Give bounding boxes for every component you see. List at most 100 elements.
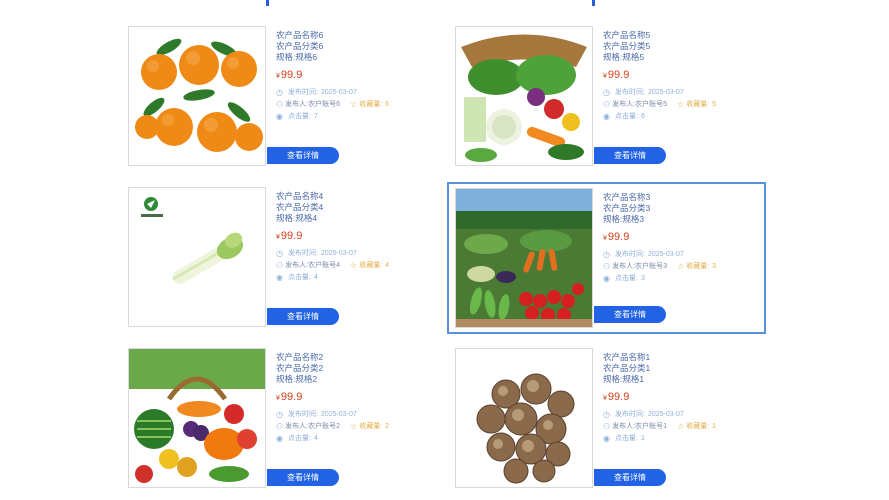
publisher-row: ⚇ 发布人: 农户账号1 ☆ 收藏量: 1 bbox=[603, 422, 717, 431]
product-spec: 规格:规格5 bbox=[603, 52, 645, 62]
publisher-row: ⚇ 发布人: 农户账号5 ☆ 收藏量: 5 bbox=[603, 100, 717, 109]
top-divider-right bbox=[592, 0, 595, 6]
clicks-count: 3 bbox=[640, 275, 645, 282]
product-image-celery[interactable] bbox=[128, 187, 266, 327]
clock-icon: ◷ bbox=[603, 88, 610, 97]
product-category: 农产品分类4 bbox=[276, 202, 324, 212]
publish-time: 2025-03-07 bbox=[320, 89, 357, 96]
clicks-row: ◉ 点击量: 3 bbox=[603, 274, 645, 283]
publisher-row: ⚇ 发布人: 农户账号4 ☆ 收藏量: 4 bbox=[276, 261, 390, 270]
favorites-count: 4 bbox=[385, 262, 390, 269]
clicks-row: ◉ 点击量: 6 bbox=[603, 112, 645, 121]
price-value: 99.9 bbox=[607, 391, 630, 403]
clock-icon: ◷ bbox=[603, 410, 610, 419]
price-value: 99.9 bbox=[280, 69, 303, 81]
publisher: 农户账号1 bbox=[635, 423, 668, 430]
clicks-count: 4 bbox=[313, 274, 318, 281]
clicks-row: ◉ 点击量: 4 bbox=[276, 434, 318, 443]
top-divider-left bbox=[266, 0, 269, 6]
product-category: 农产品分类5 bbox=[603, 41, 651, 51]
product-category: 农产品分类2 bbox=[276, 363, 324, 373]
price-value: 99.9 bbox=[280, 391, 303, 403]
product-price: ¥99.9 bbox=[603, 69, 753, 81]
product-card-1[interactable]: 农产品名称1 农产品分类1 规格:规格1 ¥99.9 ◷ 发布时间: 2025-03… bbox=[449, 346, 759, 491]
user-icon: ⚇ bbox=[276, 100, 284, 109]
product-spec: 规格:规格6 bbox=[276, 52, 318, 62]
currency-symbol: ¥ bbox=[603, 235, 607, 242]
product-price: ¥99.9 bbox=[276, 230, 426, 242]
clock-icon: ◷ bbox=[603, 250, 610, 259]
favorites-count: 2 bbox=[385, 423, 390, 430]
product-spec: 规格:规格1 bbox=[603, 374, 645, 384]
publish-time: 2025-03-07 bbox=[647, 89, 684, 96]
clicks-count: 7 bbox=[313, 113, 318, 120]
view-details-button[interactable]: 查看详情 bbox=[594, 147, 666, 164]
product-name: 农产品名称3 bbox=[603, 192, 651, 202]
price-value: 99.9 bbox=[607, 69, 630, 81]
product-image-mushrooms[interactable] bbox=[455, 348, 593, 488]
clock-icon: ◷ bbox=[276, 88, 283, 97]
clicks-row: ◉ 点击量: 7 bbox=[276, 112, 318, 121]
user-icon: ⚇ bbox=[603, 262, 611, 271]
product-image-vegetable-basket[interactable] bbox=[455, 26, 593, 166]
product-name: 农产品名称2 bbox=[276, 352, 324, 362]
product-card-3[interactable]: 农产品名称3 农产品分类3 规格:规格3 ¥99.9 ◷ 发布时间: 2025-03… bbox=[447, 182, 766, 334]
view-details-button[interactable]: 查看详情 bbox=[594, 306, 666, 323]
star-icon: ☆ bbox=[350, 100, 358, 109]
favorites-count: 5 bbox=[712, 101, 717, 108]
user-icon: ⚇ bbox=[276, 261, 284, 270]
clicks-count: 6 bbox=[640, 113, 645, 120]
product-price: ¥99.9 bbox=[603, 231, 753, 243]
view-details-button[interactable]: 查看详情 bbox=[267, 469, 339, 486]
user-icon: ⚇ bbox=[603, 100, 611, 109]
product-name: 农产品名称6 bbox=[276, 30, 324, 40]
eye-icon: ◉ bbox=[603, 274, 610, 283]
view-details-button[interactable]: 查看详情 bbox=[267, 308, 339, 325]
star-icon: ☆ bbox=[350, 261, 358, 270]
product-name: 农产品名称1 bbox=[603, 352, 651, 362]
product-card-4[interactable]: 农产品名称4 农产品分类4 规格:规格4 ¥99.9 ◷ 发布时间: 2025-03… bbox=[122, 185, 432, 330]
user-icon: ⚇ bbox=[276, 422, 284, 431]
publisher-row: ⚇ 发布人: 农户账号6 ☆ 收藏量: 6 bbox=[276, 100, 390, 109]
star-icon: ☆ bbox=[677, 100, 685, 109]
product-spec: 规格:规格4 bbox=[276, 213, 318, 223]
product-image-oranges[interactable] bbox=[128, 26, 266, 166]
favorites-count: 6 bbox=[385, 101, 390, 108]
product-price: ¥99.9 bbox=[276, 391, 426, 403]
star-icon: ☆ bbox=[350, 422, 358, 431]
product-name: 农产品名称4 bbox=[276, 191, 324, 201]
publisher: 农户账号2 bbox=[308, 423, 341, 430]
publish-time-row: ◷ 发布时间: 2025-03-07 bbox=[603, 88, 684, 97]
eye-icon: ◉ bbox=[276, 273, 283, 282]
currency-symbol: ¥ bbox=[276, 395, 280, 402]
product-category: 农产品分类1 bbox=[603, 363, 651, 373]
eye-icon: ◉ bbox=[276, 434, 283, 443]
product-category: 农产品分类6 bbox=[276, 41, 324, 51]
product-spec: 规格:规格3 bbox=[603, 214, 645, 224]
price-value: 99.9 bbox=[607, 231, 630, 243]
currency-symbol: ¥ bbox=[603, 73, 607, 80]
view-details-button[interactable]: 查看详情 bbox=[594, 469, 666, 486]
product-card-2[interactable]: 农产品名称2 农产品分类2 规格:规格2 ¥99.9 ◷ 发布时间: 2025-03… bbox=[122, 346, 432, 491]
publisher: 农户账号5 bbox=[635, 101, 668, 108]
clicks-count: 1 bbox=[640, 435, 645, 442]
view-details-button[interactable]: 查看详情 bbox=[267, 147, 339, 164]
publish-time-row: ◷ 发布时间: 2025-03-07 bbox=[276, 249, 357, 258]
currency-symbol: ¥ bbox=[276, 73, 280, 80]
eye-icon: ◉ bbox=[603, 434, 610, 443]
product-name: 农产品名称5 bbox=[603, 30, 651, 40]
eye-icon: ◉ bbox=[603, 112, 610, 121]
star-icon: ☆ bbox=[677, 422, 685, 431]
publish-time: 2025-03-07 bbox=[320, 250, 357, 257]
product-card-6[interactable]: 农产品名称6 农产品分类6 规格:规格6 ¥99.9 ◷ 发布时间: 2025-03… bbox=[122, 24, 432, 169]
publisher: 农户账号3 bbox=[635, 263, 668, 270]
product-image-fruit-basket[interactable] bbox=[128, 348, 266, 488]
product-card-5[interactable]: 农产品名称5 农产品分类5 规格:规格5 ¥99.9 ◷ 发布时间: 2025-03… bbox=[449, 24, 759, 169]
user-icon: ⚇ bbox=[603, 422, 611, 431]
product-spec: 规格:规格2 bbox=[276, 374, 318, 384]
clicks-row: ◉ 点击量: 1 bbox=[603, 434, 645, 443]
currency-symbol: ¥ bbox=[276, 234, 280, 241]
publisher-row: ⚇ 发布人: 农户账号3 ☆ 收藏量: 3 bbox=[603, 262, 717, 271]
publish-time-row: ◷ 发布时间: 2025-03-07 bbox=[603, 410, 684, 419]
product-image-vegetable-field[interactable] bbox=[455, 188, 593, 328]
